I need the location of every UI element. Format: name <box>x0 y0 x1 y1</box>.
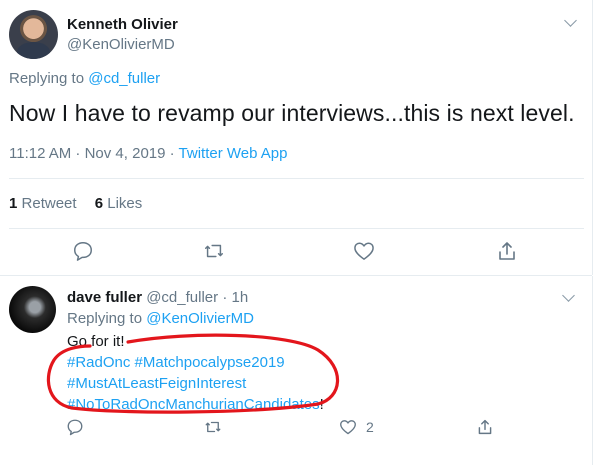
retweet-stat[interactable]: 1 Retweet <box>9 195 77 212</box>
share-icon[interactable] <box>497 240 517 262</box>
replying-prefix: Replying to <box>9 70 89 87</box>
tweet-meta: 11:12 AM · Nov 4, 2019 · Twitter Web App <box>9 145 288 162</box>
reply-line-1: Go for it! <box>67 333 125 350</box>
timestamp[interactable]: 11:12 AM · Nov 4, 2019 · <box>9 145 179 162</box>
avatar[interactable] <box>9 286 56 333</box>
author-name[interactable]: dave fuller <box>67 289 142 306</box>
retweet-count: 1 <box>9 195 18 212</box>
author-handle[interactable]: @KenOlivierMD <box>67 36 175 53</box>
retweet-icon[interactable] <box>203 418 223 436</box>
hashtag-line-2[interactable]: #MustAtLeastFeignInterest <box>67 373 324 394</box>
chevron-down-icon[interactable] <box>564 14 577 27</box>
like-count: 2 <box>366 419 374 435</box>
author-handle[interactable]: @cd_fuller <box>146 289 218 306</box>
source-link[interactable]: Twitter Web App <box>179 145 288 162</box>
reply-tweet[interactable]: dave fuller @cd_fuller · 1h Replying to … <box>0 276 593 465</box>
like-icon[interactable] <box>353 241 375 261</box>
like-stat[interactable]: 6 Likes <box>95 195 143 212</box>
replying-to: Replying to @cd_fuller <box>9 70 160 87</box>
reply-text: Go for it! #RadOnc #Matchpocalypse2019 #… <box>67 331 324 415</box>
hashtag-line-3: #NoToRadOncManchurianCandidates! <box>67 394 324 415</box>
share-icon[interactable] <box>477 418 493 436</box>
retweet-icon[interactable] <box>202 240 226 262</box>
replying-to: Replying to @KenOlivierMD <box>67 310 254 327</box>
like-label: Likes <box>107 195 143 212</box>
replying-to-link[interactable]: @KenOlivierMD <box>146 310 254 327</box>
like-count: 6 <box>94 195 104 212</box>
hashtag-line-1[interactable]: #RadOnc #Matchpocalypse2019 <box>67 352 324 373</box>
replying-to-link[interactable]: @cd_fuller <box>88 70 160 87</box>
relative-time[interactable]: · 1h <box>222 289 248 306</box>
author-name[interactable]: Kenneth Olivier <box>67 16 178 33</box>
divider <box>9 178 584 179</box>
hashtag-3[interactable]: #NoToRadOncManchurianCandidates <box>67 396 320 413</box>
tweet-text: Now I have to revamp our interviews...th… <box>9 100 575 126</box>
like-icon[interactable] <box>339 419 357 435</box>
chevron-down-icon[interactable] <box>562 289 575 302</box>
replying-prefix: Replying to <box>67 310 147 327</box>
divider <box>9 228 584 229</box>
avatar[interactable] <box>9 10 58 59</box>
retweet-label: Retweet <box>21 195 77 212</box>
reply-icon[interactable] <box>72 240 94 262</box>
reply-header: dave fuller @cd_fuller · 1h <box>67 289 248 306</box>
main-tweet: Kenneth Olivier @KenOlivierMD Replying t… <box>0 0 593 275</box>
reply-icon[interactable] <box>66 418 84 436</box>
tweet-stats: 1 Retweet 6 Likes <box>9 195 142 212</box>
hashtag-suffix: ! <box>319 396 324 413</box>
